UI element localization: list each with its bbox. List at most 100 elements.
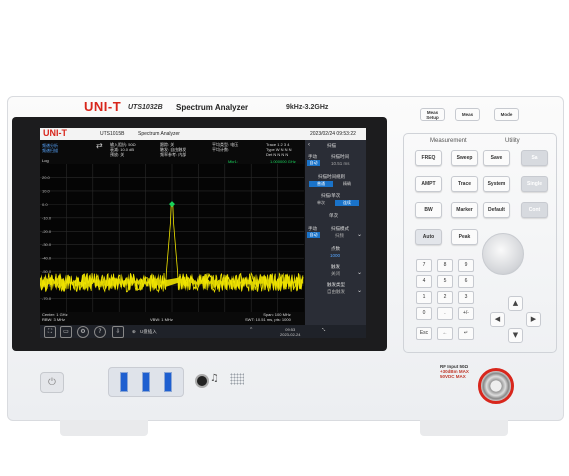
enter-key[interactable]: ↵ [458, 327, 474, 340]
power-button[interactable]: ⏻ [40, 372, 64, 393]
back-icon[interactable]: ‹ [308, 142, 310, 148]
meas-setup-button[interactable]: Meas Setup [420, 108, 445, 121]
single-button[interactable]: Single [521, 176, 548, 192]
headphone-jack[interactable] [195, 374, 209, 388]
single-sweep[interactable]: 单次 [329, 213, 338, 219]
sweep-menu-panel: ‹ 扫描 手动 自动 扫描时间 10.51 ms 扫描时间规则 普通 精确 扫描… [305, 140, 366, 325]
footer-vbw: VBW: 1 MHz [150, 317, 173, 322]
freq-button[interactable]: FREQ [415, 150, 442, 166]
system-button[interactable]: System [483, 176, 510, 192]
folder-icon[interactable]: ▭ [60, 326, 72, 338]
auto-button[interactable]: Auto [415, 229, 442, 245]
key-6[interactable]: 6 [458, 275, 474, 288]
key-3[interactable]: 3 [458, 291, 474, 304]
key-2[interactable]: 2 [437, 291, 453, 304]
usb-port-3[interactable] [164, 372, 172, 392]
default-button[interactable]: Default [483, 202, 510, 218]
arrow-down-icon[interactable]: ▼ [508, 328, 523, 343]
trace-status: Trace 1 2 3 4 Type W N N N Det N N N N [266, 142, 292, 157]
meas-button[interactable]: Meas [455, 108, 480, 121]
screen-logo: UNI-T [43, 128, 67, 138]
zoom-icon[interactable]: ⤡ [322, 327, 325, 332]
rf-input-connector[interactable] [478, 368, 514, 404]
bw-button[interactable]: BW [415, 202, 442, 218]
caret-up-icon[interactable]: ^ [250, 328, 252, 333]
y-tick-label: -70.0 [42, 296, 52, 301]
settings-icon[interactable]: ⚙ [77, 326, 89, 338]
measurement-section-label: Measurement [430, 138, 467, 144]
spectrum-plot[interactable]: 20.010.00.0-10.0-20.0-30.0-40.0-50.0-60.… [40, 164, 304, 312]
key-1[interactable]: 1 [416, 291, 432, 304]
points-label: 点数 [331, 246, 340, 251]
input-status: 输入阻抗: 50Ω 衰减: 10.0 dB 预放: 关 [110, 142, 136, 157]
right-foot [420, 420, 508, 436]
key-4[interactable]: 4 [416, 275, 432, 288]
gate-type-value[interactable]: 自由触发 [327, 289, 345, 295]
screen-datetime: 2023/02/24 09:53:22 [310, 131, 356, 137]
arrow-up-icon[interactable]: ▲ [508, 296, 523, 311]
speaker-grille [230, 373, 244, 385]
save-button[interactable]: Save [483, 150, 510, 166]
footer-right: Span: 100 MHz SWT: 10.51 ms, pts: 1000 [245, 312, 291, 322]
esc-key[interactable]: Esc [416, 327, 432, 340]
mode-button[interactable]: Mode [494, 108, 519, 121]
sweep-mode-auto[interactable]: 自动 [307, 232, 320, 238]
sweep-mode-label: 扫描模式 [331, 226, 349, 231]
key-8[interactable]: 8 [437, 259, 453, 272]
cont-button[interactable]: Cont [521, 202, 548, 218]
screen-model: UTS1015B [100, 131, 125, 137]
rule-accurate[interactable]: 精确 [335, 181, 359, 187]
sweep-mode-value[interactable]: 扫频 [335, 233, 344, 239]
peak-button[interactable]: Peak [451, 229, 478, 245]
ampt-button[interactable]: AMPT [415, 176, 442, 192]
fullscreen-icon[interactable]: ⛶ [44, 326, 56, 338]
chevron-down-icon[interactable]: ⌄ [357, 269, 362, 276]
swap-icon: ⇄ [96, 141, 103, 150]
y-tick-label: 0.0 [42, 202, 48, 207]
cont-continuous[interactable]: 连续 [335, 200, 359, 206]
rf-input-label: RF Input 50Ω +30dBm MAX 50VDC MAX [440, 364, 469, 379]
key-plus-minus[interactable]: +/- [458, 307, 474, 320]
help-icon[interactable]: ? [94, 326, 106, 338]
sweep-time-auto[interactable]: 自动 [307, 160, 320, 166]
gate-value[interactable]: 关闭 [331, 271, 340, 277]
brand-logo: UNI-T [84, 99, 122, 114]
arrow-right-icon[interactable]: ▶ [526, 312, 541, 327]
download-icon[interactable]: ⇩ [112, 326, 124, 338]
rotary-knob[interactable] [482, 233, 524, 275]
marker-button[interactable]: Marker [451, 202, 478, 218]
key-9[interactable]: 9 [458, 259, 474, 272]
key-0[interactable]: 0 [416, 307, 432, 320]
key-5[interactable]: 5 [437, 275, 453, 288]
mode-status: 频谱分析 频谱扫描 [42, 143, 58, 153]
points-value[interactable]: 1000 [330, 253, 340, 258]
sweep-time-label: 扫描时间 [331, 154, 349, 159]
arrow-left-icon[interactable]: ◀ [490, 312, 505, 327]
rule-normal[interactable]: 普通 [309, 181, 333, 187]
y-tick-label: -30.0 [42, 242, 52, 247]
usb-port-2[interactable] [142, 372, 150, 392]
y-tick-label: -10.0 [42, 215, 52, 220]
cont-single[interactable]: 单次 [309, 200, 333, 206]
freq-range-label: 9kHz-3.2GHz [286, 104, 329, 111]
backspace-key[interactable]: ← [437, 327, 453, 340]
key-dot[interactable]: . [437, 307, 453, 320]
model-label: UTS1032B [128, 104, 163, 111]
chevron-down-icon[interactable]: ⌄ [357, 231, 362, 238]
key-7[interactable]: 7 [416, 259, 432, 272]
trace-button[interactable]: Trace [451, 176, 478, 192]
sweep-button[interactable]: Sweep [451, 150, 478, 166]
screen-titlebar: UNI-T UTS1015B Spectrum Analyzer 2023/02… [40, 128, 366, 140]
display-screen[interactable]: UNI-T UTS1015B Spectrum Analyzer 2023/02… [40, 128, 366, 338]
taskbar-clock: 09:53 2023-02-24 [280, 327, 301, 337]
chevron-down-icon[interactable]: ⌄ [357, 287, 362, 294]
trigger-status: 跟踪: 关触发: 自由触发 频率参考: 内部 [160, 142, 187, 157]
cont-label: 扫描/单次 [321, 193, 341, 198]
utility-section-label: Utility [505, 138, 520, 144]
y-tick-label: -50.0 [42, 269, 52, 274]
usb-notice: U盘插入 [140, 329, 157, 334]
product-name: Spectrum Analyzer [176, 103, 249, 112]
usb-port-1[interactable] [120, 372, 128, 392]
sa-button[interactable]: Sa [521, 150, 548, 166]
sweep-time-value[interactable]: 10.51 ms [331, 161, 350, 166]
